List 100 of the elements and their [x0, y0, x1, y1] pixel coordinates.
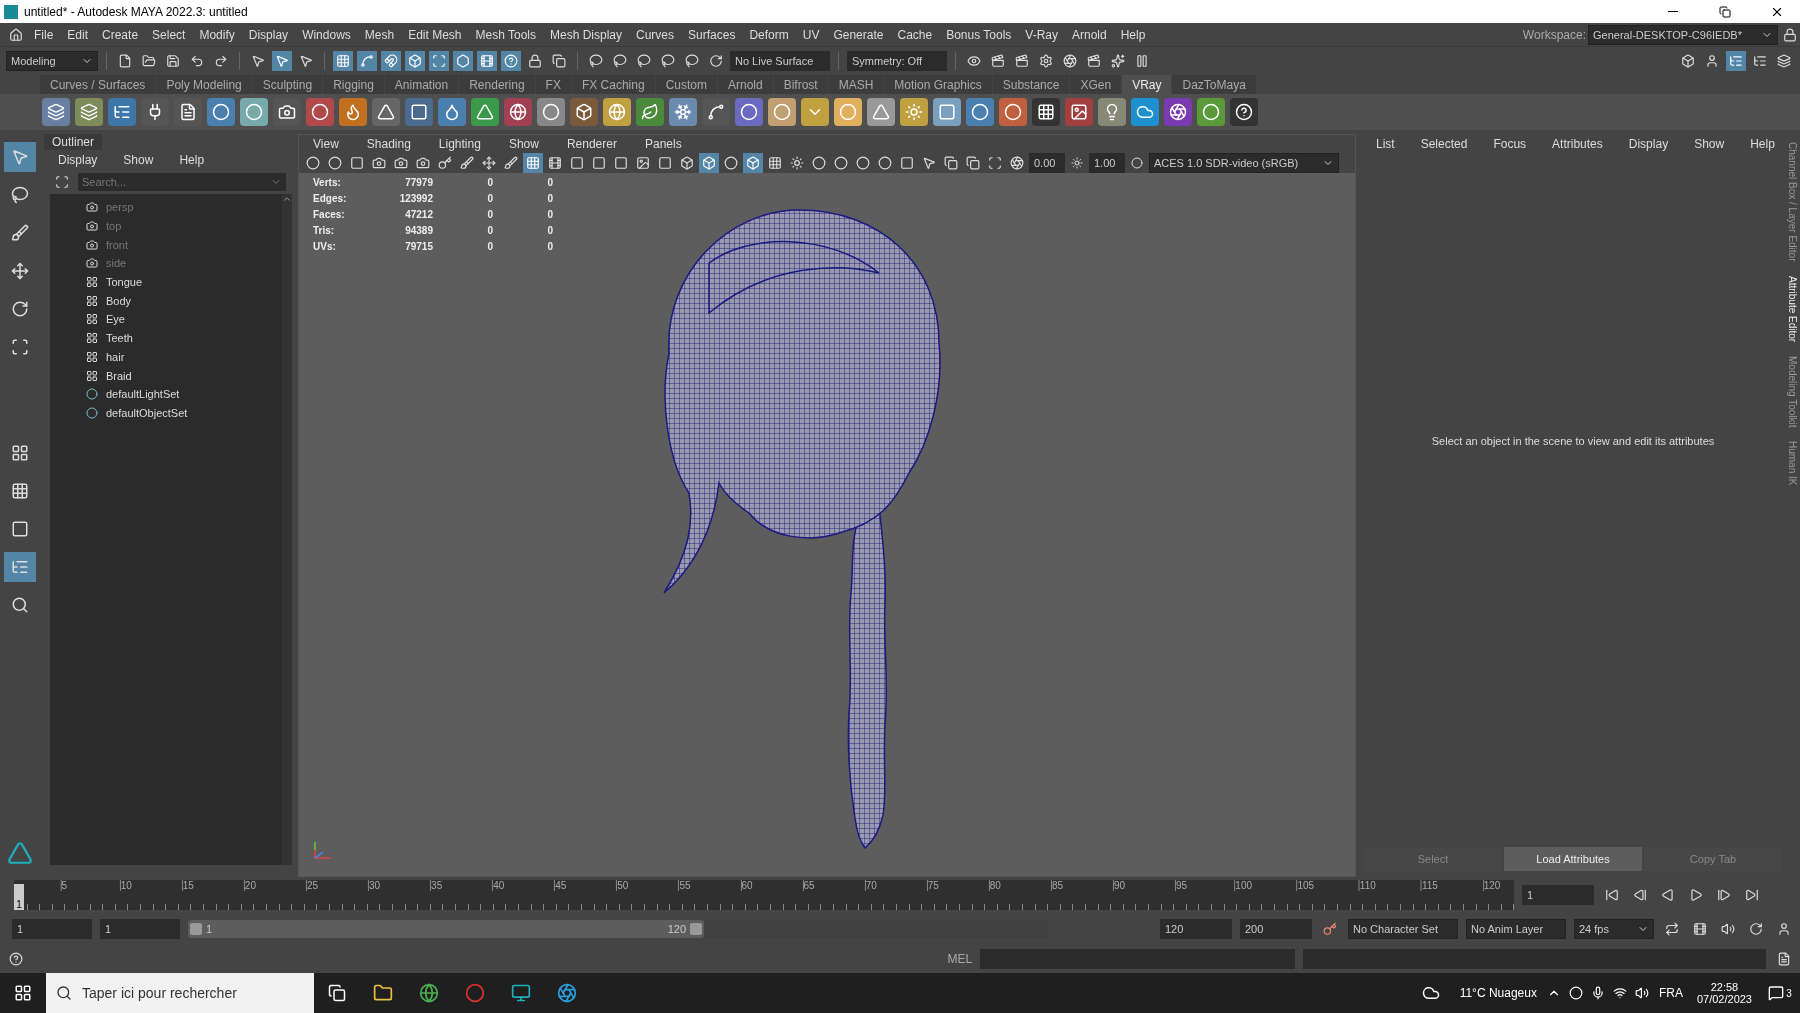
menu-item[interactable]: Bonus Tools: [940, 27, 1018, 42]
menu-item[interactable]: Help: [173, 153, 211, 167]
shelf-tab[interactable]: DazToMaya: [1172, 75, 1256, 94]
character-set-dropdown[interactable]: No Character Set: [1348, 919, 1458, 939]
item-label: Tongue: [106, 276, 143, 289]
menu-item[interactable]: Display: [52, 153, 104, 167]
menu-item[interactable]: Shading: [360, 137, 417, 151]
shelf-tab[interactable]: Sculpting: [252, 75, 323, 94]
outliner-item[interactable]: defaultObjectSet: [50, 403, 282, 423]
outliner-item[interactable]: defaultLightSet: [50, 384, 282, 404]
exposure-field[interactable]: 0.00: [1029, 153, 1065, 173]
menu-item[interactable]: Generate: [827, 27, 890, 42]
menu-item[interactable]: Display: [1622, 137, 1675, 151]
playback-start-field[interactable]: 1: [100, 919, 180, 939]
shelf-tab[interactable]: XGen: [1070, 75, 1122, 94]
side-tab[interactable]: Human IK: [1786, 441, 1798, 486]
menu-item[interactable]: Cache: [891, 27, 939, 42]
symmetry-field[interactable]: Symmetry: Off: [847, 50, 947, 71]
shelf-tab[interactable]: FX: [535, 75, 571, 94]
live-surface-field[interactable]: No Live Surface: [730, 50, 830, 71]
stat-value: 94389: [404, 225, 433, 236]
tick-label: 5: [60, 880, 67, 891]
shelf-tab[interactable]: Custom: [655, 75, 717, 94]
shelf-tab[interactable]: Rendering: [459, 75, 535, 94]
outliner-item[interactable]: Tongue: [50, 272, 282, 292]
menu-item[interactable]: Attributes: [1546, 137, 1609, 151]
menu-item[interactable]: List: [1370, 137, 1401, 151]
fps-dropdown[interactable]: 24 fps: [1574, 919, 1654, 939]
outliner-item[interactable]: Teeth: [50, 328, 282, 348]
menu-item[interactable]: Renderer: [560, 137, 623, 151]
menu-item[interactable]: Display: [242, 27, 295, 42]
side-tab[interactable]: Channel Box / Layer Editor: [1786, 142, 1798, 262]
menu-item[interactable]: Select: [146, 27, 192, 42]
menu-item[interactable]: Edit Mesh: [402, 27, 468, 42]
menu-item[interactable]: Panels: [638, 137, 688, 151]
playback-end-field[interactable]: 120: [1160, 919, 1232, 939]
menu-item[interactable]: Mesh: [358, 27, 401, 42]
side-tab[interactable]: Modeling Toolkit: [1786, 355, 1798, 428]
menu-item[interactable]: Show: [502, 137, 545, 151]
menu-item[interactable]: Windows: [296, 27, 357, 42]
start-frame-field[interactable]: 1: [12, 919, 92, 939]
stat-value: 123992: [398, 193, 433, 204]
language-indicator: FRA: [1657, 986, 1684, 1000]
menu-item[interactable]: Show: [117, 153, 160, 167]
menu-item[interactable]: View: [307, 137, 345, 151]
menu-item[interactable]: File: [28, 27, 60, 42]
outliner-item[interactable]: Braid: [50, 366, 282, 385]
anim-layer-dropdown[interactable]: No Anim Layer: [1466, 919, 1566, 939]
menu-item[interactable]: Modify: [193, 27, 241, 42]
item-label: Eye: [106, 313, 125, 326]
shelf-tab[interactable]: VRay: [1122, 75, 1172, 94]
menu-item[interactable]: Lighting: [432, 137, 487, 151]
workspace-dropdown[interactable]: General-DESKTOP-C96IEDB*: [1588, 24, 1778, 45]
menu-item[interactable]: Help: [1114, 27, 1152, 42]
stat-value: 0: [486, 225, 493, 236]
menu-item[interactable]: Mesh Tools: [469, 27, 542, 42]
outliner-item[interactable]: Eye: [50, 310, 282, 329]
menu-item[interactable]: Mesh Display: [544, 27, 629, 42]
menu-item[interactable]: Surfaces: [682, 27, 742, 42]
range-bar[interactable]: 1 120: [188, 920, 704, 938]
weather-text: 11°C Nuageux: [1458, 986, 1538, 1000]
menu-item[interactable]: Arnold: [1066, 27, 1113, 42]
gamma-field[interactable]: 1.00: [1089, 153, 1125, 173]
outliner-item[interactable]: hair: [50, 347, 282, 367]
shelf-tab[interactable]: Rigging: [323, 75, 384, 94]
shelf-tab[interactable]: Arnold: [717, 75, 773, 94]
stat-value: 79715: [404, 241, 433, 252]
current-frame-field[interactable]: 1: [1522, 885, 1594, 905]
menu-item[interactable]: Deform: [743, 27, 795, 42]
shelf-tab[interactable]: Motion Graphics: [884, 75, 992, 94]
shelf-tab[interactable]: FX Caching: [571, 75, 655, 94]
item-label: defaultObjectSet: [106, 406, 188, 419]
end-frame-field[interactable]: 200: [1240, 919, 1312, 939]
side-tab[interactable]: Attribute Editor: [1786, 275, 1798, 342]
shelf-tab[interactable]: Substance: [992, 75, 1070, 94]
menu-item[interactable]: Create: [96, 27, 145, 42]
current-frame-marker[interactable]: 1: [14, 884, 24, 910]
attribute-button[interactable]: Load Attributes: [1504, 847, 1642, 871]
menu-item[interactable]: Selected: [1414, 137, 1474, 151]
shelf-tab[interactable]: Bifrost: [773, 75, 828, 94]
stat-value: 0: [486, 177, 493, 188]
item-label: front: [106, 238, 128, 251]
shelf-tab[interactable]: Poly Modeling: [156, 75, 252, 94]
outliner-tab[interactable]: Outliner: [44, 134, 103, 150]
menu-item[interactable]: Edit: [61, 27, 95, 42]
menu-item[interactable]: UV: [796, 27, 826, 42]
menu-item[interactable]: Show: [1688, 137, 1731, 151]
menu-item[interactable]: Curves: [630, 27, 681, 42]
taskbar-search-field[interactable]: Taper ici pour rechercher: [46, 973, 314, 1013]
outliner-item[interactable]: Body: [50, 291, 282, 311]
menu-item[interactable]: V-Ray: [1019, 27, 1064, 42]
shelf-tab[interactable]: Animation: [384, 75, 459, 94]
shelf-tab[interactable]: MASH: [828, 75, 884, 94]
shelf-tab[interactable]: Curves / Surfaces: [40, 75, 156, 94]
range-slider[interactable]: 1 120: [188, 920, 1048, 938]
timeline-ruler[interactable]: 1 5 10 15 20 25 30 35 40 45 50 55 60 65 70 75 80 85 90 95 100 105 110 115 120: [14, 880, 1514, 910]
menu-item[interactable]: Focus: [1487, 137, 1533, 151]
menu-item[interactable]: Help: [1744, 137, 1781, 151]
mode-dropdown[interactable]: Modeling: [6, 50, 98, 71]
color-space-dropdown[interactable]: ACES 1.0 SDR-video (sRGB): [1149, 153, 1339, 173]
